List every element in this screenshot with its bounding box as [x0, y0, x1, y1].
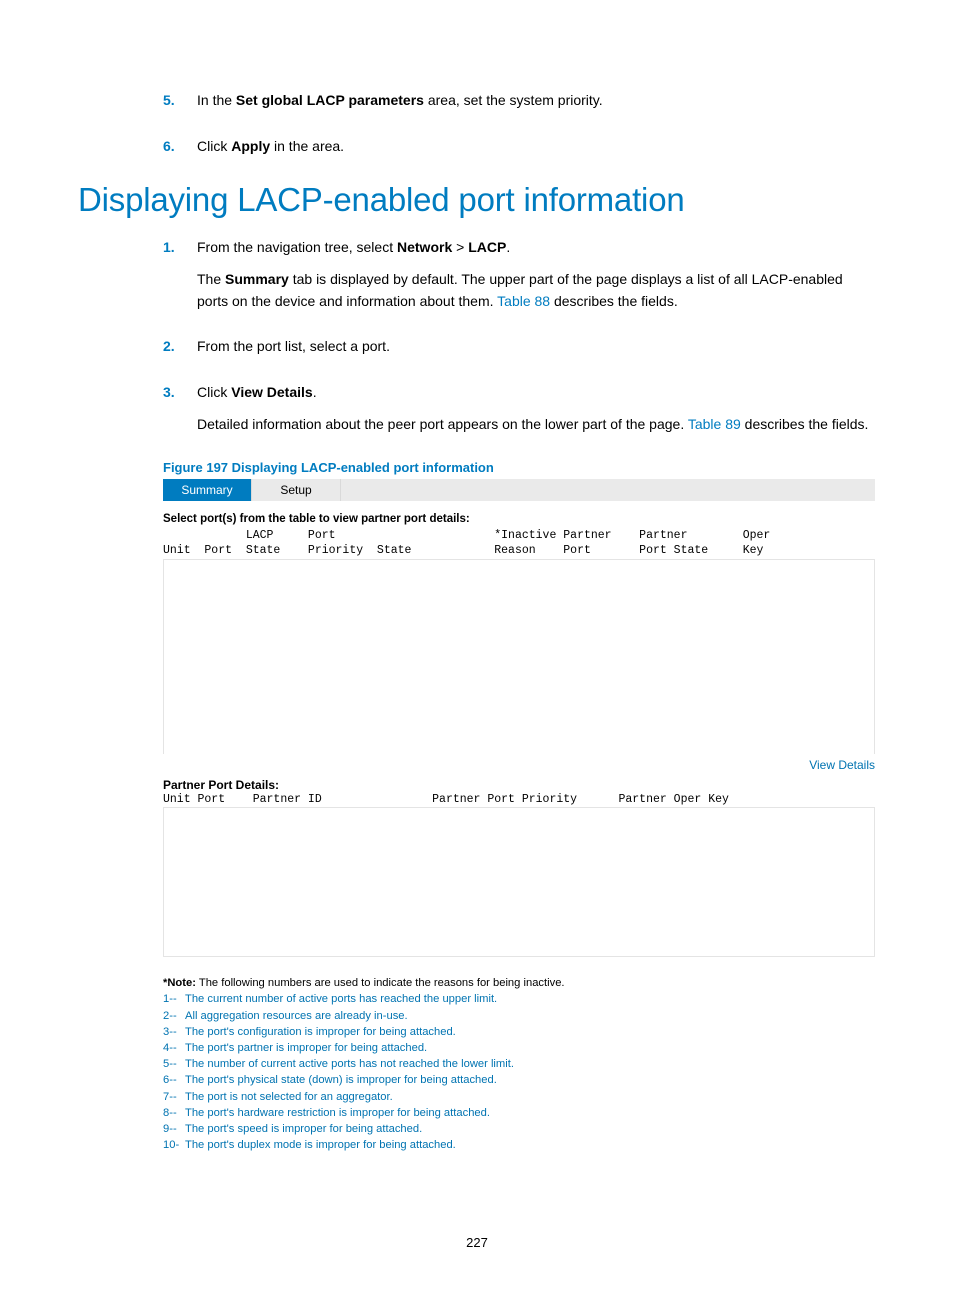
note-text: The port's speed is improper for being a… — [185, 1121, 422, 1137]
note-text: All aggregation resources are already in… — [185, 1008, 408, 1024]
view-details-row: View Details — [163, 758, 875, 772]
step-marker: 2. — [163, 336, 197, 368]
tab-summary[interactable]: Summary — [163, 479, 252, 501]
step-marker: 6. — [163, 136, 197, 168]
step-marker: 1. — [163, 237, 197, 322]
tab-bar: SummarySetup — [163, 479, 875, 501]
note-text: The port's hardware restriction is impro… — [185, 1105, 490, 1121]
note-marker: 4-- — [163, 1040, 185, 1056]
note-text: The number of current active ports has n… — [185, 1056, 514, 1072]
figure-screenshot: SummarySetup Select port(s) from the tab… — [163, 479, 875, 1154]
inactive-reason-notes: *Note: The following numbers are used to… — [163, 975, 875, 1154]
note-lead: *Note: The following numbers are used to… — [163, 975, 875, 991]
section-heading: Displaying LACP-enabled port information — [78, 181, 876, 219]
note-text: The port's configuration is improper for… — [185, 1024, 456, 1040]
step-body: In the Set global LACP parameters area, … — [197, 90, 876, 122]
note-marker: 2-- — [163, 1008, 185, 1024]
note-marker: 10- — [163, 1137, 185, 1153]
partner-port-details-label: Partner Port Details: — [163, 778, 875, 792]
table2-header: Unit Port Partner ID Partner Port Priori… — [163, 792, 875, 808]
tab-setup[interactable]: Setup — [252, 479, 341, 501]
step-body: From the navigation tree, select Network… — [197, 237, 876, 322]
figure-caption: Figure 197 Displaying LACP-enabled port … — [163, 460, 876, 475]
note-marker: 6-- — [163, 1072, 185, 1088]
intro-steps: 5.In the Set global LACP parameters area… — [163, 90, 876, 167]
main-steps: 1.From the navigation tree, select Netwo… — [163, 237, 876, 445]
note-marker: 1-- — [163, 991, 185, 1007]
step-body: Click View Details.Detailed information … — [197, 382, 876, 445]
note-marker: 7-- — [163, 1089, 185, 1105]
note-marker: 8-- — [163, 1105, 185, 1121]
port-table[interactable] — [163, 559, 875, 754]
table1-header: LACP Port *Inactive Partner Partner Oper… — [163, 528, 875, 559]
note-text: The port's partner is improper for being… — [185, 1040, 427, 1056]
view-details-link[interactable]: View Details — [809, 758, 875, 772]
page-number: 227 — [0, 1235, 954, 1250]
note-text: The port is not selected for an aggregat… — [185, 1089, 393, 1105]
step-marker: 5. — [163, 90, 197, 122]
partner-port-table[interactable] — [163, 807, 875, 957]
note-marker: 9-- — [163, 1121, 185, 1137]
step-body: Click Apply in the area. — [197, 136, 876, 168]
note-text: The port's duplex mode is improper for b… — [185, 1137, 456, 1153]
step-body: From the port list, select a port. — [197, 336, 876, 368]
note-marker: 5-- — [163, 1056, 185, 1072]
step-marker: 3. — [163, 382, 197, 445]
note-text: The port's physical state (down) is impr… — [185, 1072, 497, 1088]
note-text: The current number of active ports has r… — [185, 991, 497, 1007]
note-marker: 3-- — [163, 1024, 185, 1040]
select-port-caption: Select port(s) from the table to view pa… — [163, 513, 875, 525]
